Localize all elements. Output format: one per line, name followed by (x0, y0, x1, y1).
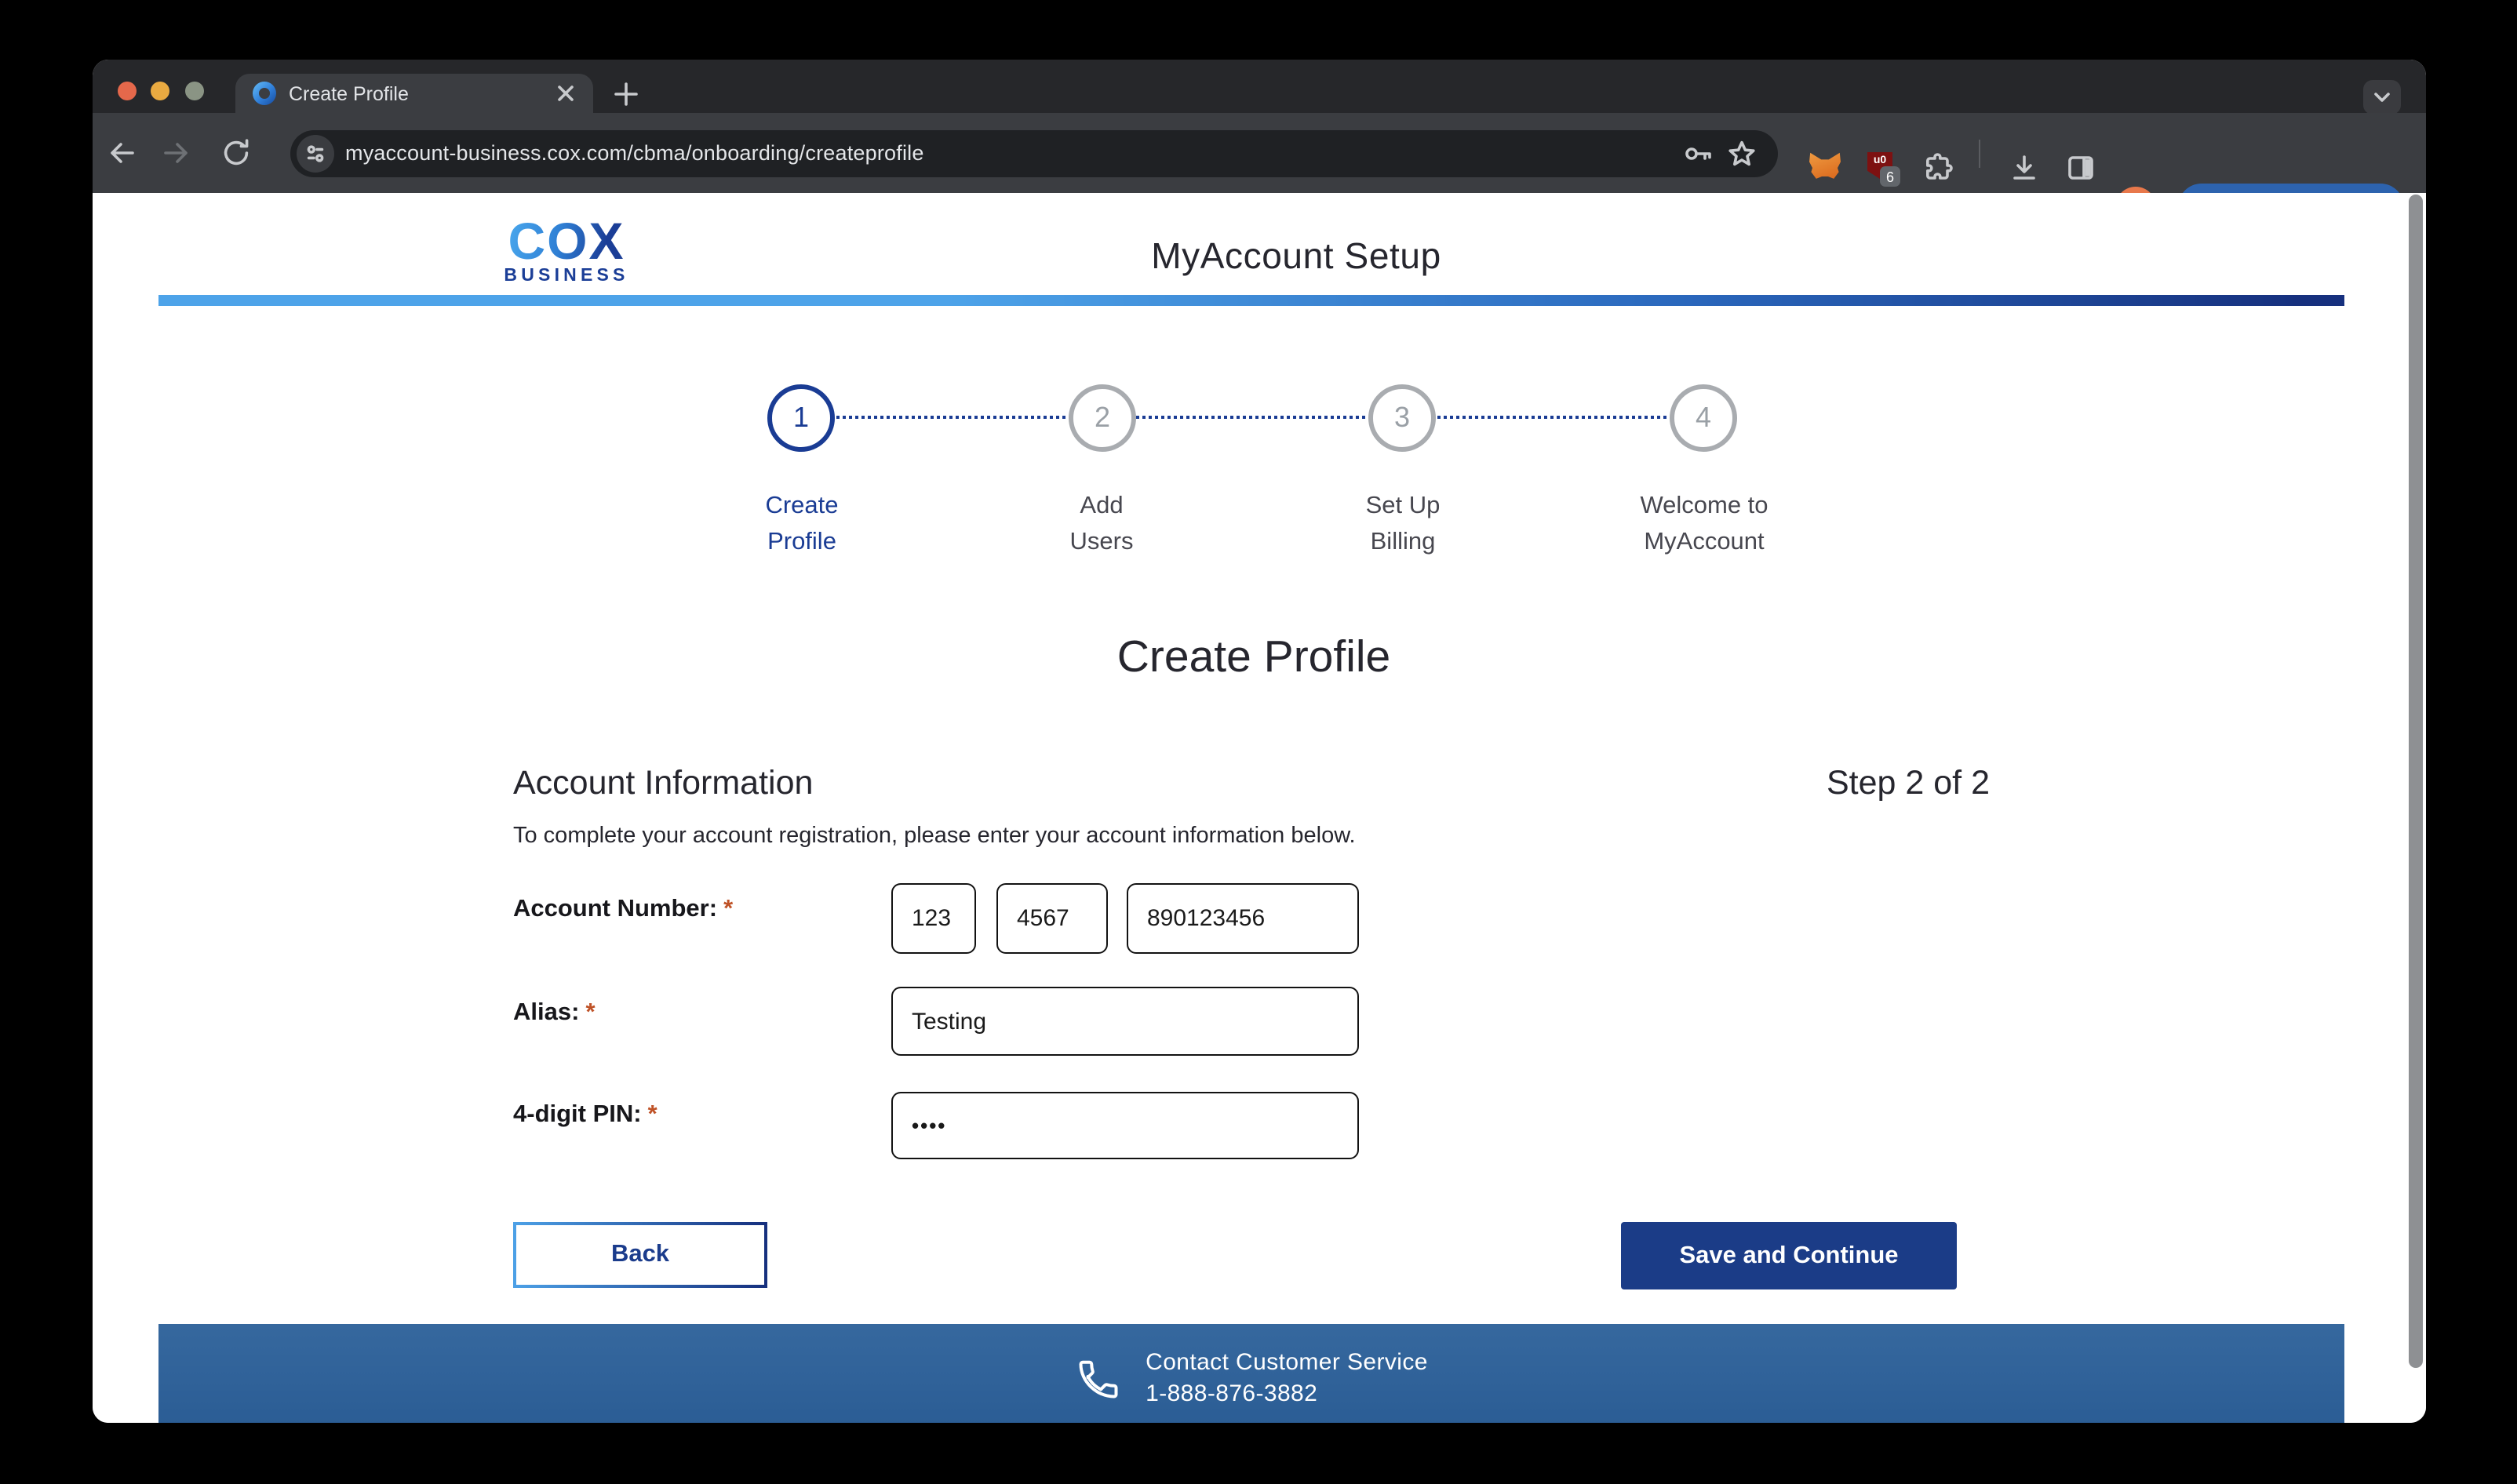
phone-icon (1079, 1360, 1118, 1399)
step-3-label: Set Up Billing (1365, 493, 1441, 555)
metamask-extension-icon[interactable] (1809, 152, 1841, 179)
step-4-label: Welcome to MyAccount (1640, 493, 1768, 555)
back-icon[interactable] (105, 136, 138, 169)
browser-window: Create Profile myaccount-business.cox.co… (93, 60, 2426, 1423)
page-header-title: MyAccount Setup (1151, 235, 1441, 276)
download-icon[interactable] (2009, 152, 2040, 184)
logo-cox-text: COX (499, 215, 634, 267)
cox-business-logo: COX BUSINESS (499, 215, 634, 286)
extension-badge: 6 (1880, 166, 1900, 187)
cox-favicon-icon (253, 82, 276, 105)
tab-close-icon[interactable] (554, 82, 577, 105)
ublock-extension-icon[interactable]: u0 6 (1867, 152, 1900, 187)
site-info-chip[interactable] (297, 135, 334, 173)
contact-phone-number[interactable]: 1-888-876-3882 (1146, 1379, 1428, 1410)
pin-label: 4-digit PIN: * (513, 1101, 657, 1128)
alias-label: Alias: * (513, 999, 596, 1026)
step-4-circle: 4 (1670, 384, 1737, 452)
extensions-puzzle-icon[interactable] (1922, 152, 1954, 184)
back-button[interactable]: Back (513, 1222, 767, 1288)
stepper-connector (1136, 416, 1368, 419)
url-text: myaccount-business.cox.com/cbma/onboardi… (345, 141, 924, 165)
screen: Create Profile myaccount-business.cox.co… (0, 0, 2517, 1484)
header-gradient-bar (158, 295, 2344, 306)
chevron-down-icon (2374, 93, 2390, 102)
required-asterisk: * (647, 1101, 657, 1128)
macos-minimize-button[interactable] (151, 82, 169, 100)
account-number-part1-input[interactable] (891, 883, 976, 954)
instructions-text: To complete your account registration, p… (513, 824, 1356, 849)
contact-footer: Contact Customer Service 1-888-876-3882 (158, 1324, 2344, 1423)
required-asterisk: * (585, 999, 596, 1026)
tab-title: Create Profile (289, 82, 409, 104)
password-key-icon[interactable] (1682, 138, 1714, 169)
step-1-label: Create Profile (765, 493, 839, 555)
account-number-part3-input[interactable] (1127, 883, 1359, 954)
stepper-connector (1437, 416, 1670, 419)
save-and-continue-button[interactable]: Save and Continue (1621, 1222, 1957, 1289)
page-title: Create Profile (1116, 632, 1391, 682)
section-heading: Account Information (513, 764, 814, 802)
page-scrollbar[interactable] (2409, 195, 2423, 1368)
browser-tab[interactable]: Create Profile (235, 74, 593, 113)
step-3-circle: 3 (1368, 384, 1436, 452)
toolbar-divider (1979, 140, 1980, 168)
bookmark-star-icon[interactable] (1726, 138, 1758, 169)
step-indicator: Step 2 of 2 (1827, 764, 1990, 802)
step-2-label: Add Users (1069, 493, 1134, 555)
address-bar[interactable]: myaccount-business.cox.com/cbma/onboardi… (290, 130, 1778, 177)
tab-search-button[interactable] (2363, 80, 2401, 115)
step-1-circle: 1 (767, 384, 835, 452)
macos-fullscreen-button[interactable] (185, 82, 204, 100)
page-content: COX BUSINESS MyAccount Setup 1 2 3 4 Cre… (93, 193, 2426, 1423)
logo-business-text: BUSINESS (504, 267, 629, 286)
browser-toolbar: myaccount-business.cox.com/cbma/onboardi… (93, 113, 2426, 231)
site-settings-icon (307, 145, 324, 162)
tab-strip: Create Profile (93, 60, 2426, 115)
step-2-circle: 2 (1069, 384, 1136, 452)
required-asterisk: * (723, 896, 734, 922)
side-panel-icon[interactable] (2065, 152, 2096, 184)
pin-input[interactable] (891, 1092, 1359, 1159)
new-tab-button[interactable] (610, 78, 642, 110)
alias-input[interactable] (891, 987, 1359, 1056)
reload-icon[interactable] (220, 136, 253, 169)
stepper-connector (836, 416, 1069, 419)
account-number-part2-input[interactable] (996, 883, 1108, 954)
forward-icon[interactable] (160, 136, 193, 169)
macos-close-button[interactable] (118, 82, 137, 100)
contact-line1: Contact Customer Service (1146, 1349, 1428, 1376)
account-number-label: Account Number: * (513, 896, 734, 922)
